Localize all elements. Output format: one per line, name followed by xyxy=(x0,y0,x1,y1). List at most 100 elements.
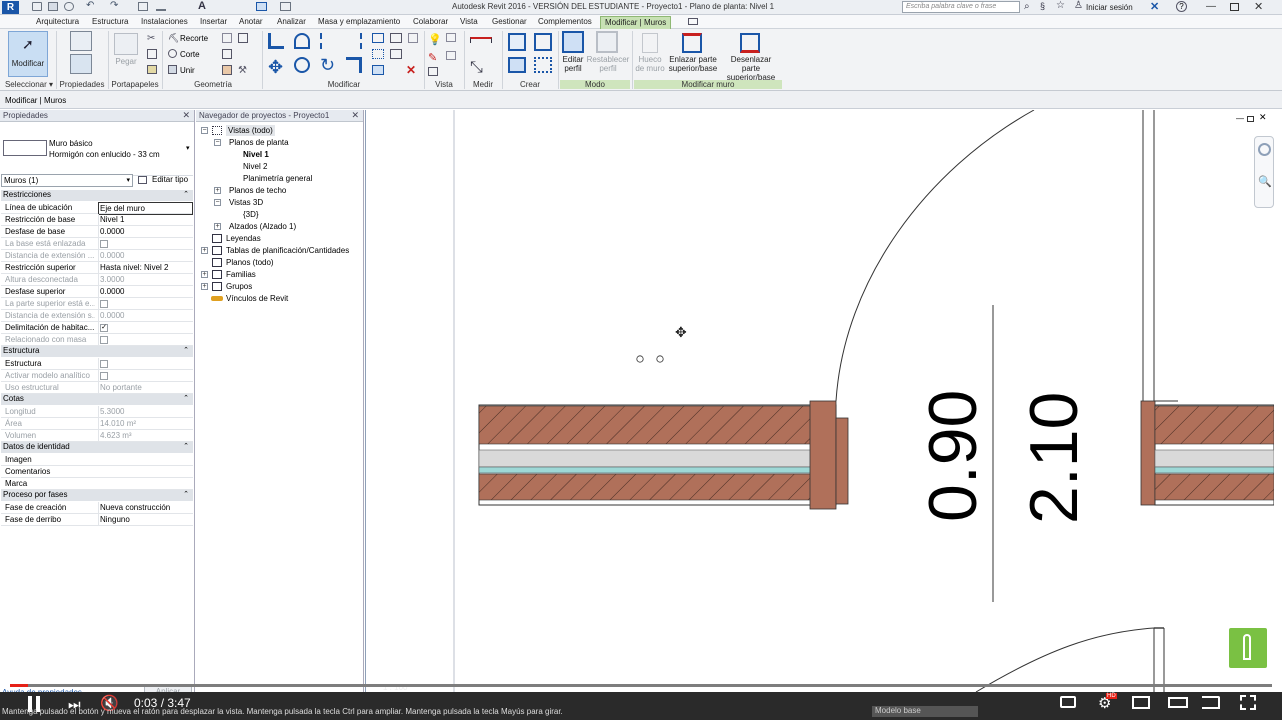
tree-groups[interactable]: Grupos xyxy=(226,281,252,292)
sync-icon[interactable] xyxy=(64,2,74,11)
cut-geometry-button[interactable]: Corte xyxy=(180,50,200,59)
copy-element-icon[interactable] xyxy=(294,57,310,73)
cope-icon[interactable]: ⛏ xyxy=(168,33,179,44)
tab-arquitectura[interactable]: Arquitectura xyxy=(36,16,79,29)
tab-colaborar[interactable]: Colaborar xyxy=(413,16,448,29)
move-icon[interactable]: ✥ xyxy=(268,57,283,78)
create-assembly-icon[interactable] xyxy=(508,33,526,51)
maximize-icon[interactable] xyxy=(1230,3,1239,11)
section-dimensions[interactable]: Cotas ⌃ xyxy=(1,394,193,405)
tree-views-all[interactable]: Vistas (todo) xyxy=(226,125,275,136)
tab-gestionar[interactable]: Gestionar xyxy=(492,16,527,29)
hide-in-view-icon[interactable]: 💡 xyxy=(428,33,442,46)
property-row[interactable]: Imagen xyxy=(1,454,193,466)
type-properties-button[interactable] xyxy=(70,31,92,51)
edit-profile-label[interactable]: Editar perfil xyxy=(560,55,586,73)
tree-revit-links[interactable]: Vínculos de Revit xyxy=(226,293,288,304)
align-icon[interactable] xyxy=(268,33,284,49)
section-structure[interactable]: Estructura ⌃ xyxy=(1,346,193,357)
property-row[interactable]: Desfase superior 0.0000 xyxy=(1,286,193,298)
edit-type-button[interactable]: Editar tipo xyxy=(138,174,192,187)
property-row[interactable]: Comentarios xyxy=(1,466,193,478)
chevron-down-icon[interactable]: ▾ xyxy=(186,144,190,152)
delete-icon[interactable]: ✕ xyxy=(406,63,416,77)
property-value[interactable]: 0.0000 xyxy=(98,226,193,237)
tree-ceiling-plans[interactable]: Planos de techo xyxy=(229,185,286,196)
property-value[interactable]: Ninguno xyxy=(98,514,193,525)
collapse-icon[interactable]: ⌃ xyxy=(183,442,189,452)
measure-icon[interactable] xyxy=(156,2,166,11)
revit-logo-icon[interactable]: R xyxy=(2,1,19,14)
floor-plan-view[interactable]: 0.90 2.10 ✥ xyxy=(366,110,1274,692)
close-icon[interactable]: ✕ xyxy=(1254,0,1263,13)
split-face-icon[interactable] xyxy=(238,33,248,43)
close-icon[interactable]: ✕ xyxy=(351,110,359,121)
lock-icon[interactable] xyxy=(408,33,418,43)
help-icon[interactable]: ? xyxy=(1176,1,1187,12)
edit-profile-button[interactable] xyxy=(562,31,584,53)
cut-icon[interactable]: ✂ xyxy=(147,33,155,44)
tab-instalaciones[interactable]: Instalaciones xyxy=(141,16,188,29)
collapse-icon[interactable]: ⌃ xyxy=(183,346,189,356)
panel-toggle-icon[interactable] xyxy=(688,18,698,25)
signin-link[interactable]: Iniciar sesión xyxy=(1086,3,1133,12)
section-constraints[interactable]: Restricciones ⌃ xyxy=(1,190,193,201)
filter-view-icon[interactable] xyxy=(446,51,456,60)
checkbox-checked[interactable]: ✓ xyxy=(100,324,108,333)
rotate-icon[interactable]: ↻ xyxy=(320,55,335,76)
minimize-icon[interactable]: — xyxy=(1206,1,1216,12)
property-value[interactable]: 0.0000 xyxy=(98,286,193,297)
section-identity[interactable]: Datos de identidad ⌃ xyxy=(1,442,193,453)
copy-icon[interactable] xyxy=(147,49,157,59)
join-button[interactable]: Unir xyxy=(180,66,195,75)
properties-button[interactable] xyxy=(70,54,92,74)
property-row[interactable]: Restricción superior Hasta nivel: Nivel 2 xyxy=(1,262,193,274)
expand-toggle[interactable]: + xyxy=(201,271,208,278)
tree-sheets[interactable]: Planos (todo) xyxy=(226,257,274,268)
split-icon[interactable] xyxy=(372,33,384,43)
collapse-toggle[interactable]: − xyxy=(214,139,221,146)
cope-button[interactable]: Recorte xyxy=(180,34,208,43)
close-icon[interactable]: ✕ xyxy=(182,110,190,121)
expand-toggle[interactable]: + xyxy=(214,187,221,194)
text-icon[interactable]: A xyxy=(198,0,206,12)
tree-site[interactable]: Planimetría general xyxy=(243,173,312,184)
property-row[interactable]: Estructura xyxy=(1,358,193,370)
wall-end-grip[interactable] xyxy=(636,355,644,363)
offset-icon[interactable] xyxy=(294,33,310,49)
detach-label[interactable]: Desenlazar parte superior/base xyxy=(722,55,780,82)
tab-estructura[interactable]: Estructura xyxy=(92,16,128,29)
wall-joins-icon[interactable] xyxy=(222,49,232,59)
miniplayer-icon[interactable] xyxy=(1132,696,1150,709)
binoculars-icon[interactable]: ⌕ xyxy=(1024,1,1030,12)
paint-icon[interactable] xyxy=(222,33,232,43)
property-value[interactable]: Hasta nivel: Nivel 2 xyxy=(98,262,193,273)
save-icon[interactable] xyxy=(48,2,58,11)
collapse-icon[interactable]: ⌃ xyxy=(183,394,189,404)
thin-lines-icon[interactable] xyxy=(256,2,267,11)
property-row[interactable]: Fase de creación Nueva construcción xyxy=(1,502,193,514)
tree-level1[interactable]: Nivel 1 xyxy=(243,149,269,160)
tree-floor-plans[interactable]: Planos de planta xyxy=(229,137,289,148)
instance-filter-select[interactable]: Muros (1) ▾ xyxy=(1,174,133,187)
tab-vista[interactable]: Vista xyxy=(460,16,478,29)
array-icon[interactable] xyxy=(372,49,384,59)
create-parts-icon[interactable] xyxy=(534,33,552,51)
property-value[interactable]: Nueva construcción xyxy=(98,502,193,513)
mirror-draw-icon[interactable] xyxy=(346,33,362,49)
steering-wheel-icon[interactable] xyxy=(1258,143,1271,156)
scale-icon[interactable] xyxy=(372,65,384,75)
video-progress-track[interactable] xyxy=(10,684,1272,687)
model-selector[interactable]: Modelo base xyxy=(872,706,978,717)
measure-distance-icon[interactable] xyxy=(470,37,492,43)
undo-icon[interactable]: ↶ xyxy=(86,0,94,11)
collapse-toggle[interactable]: − xyxy=(214,199,221,206)
cast-icon[interactable] xyxy=(1202,696,1220,709)
view-minimize-icon[interactable]: — xyxy=(1236,114,1244,123)
property-row[interactable]: Delimitación de habitac... ✓ xyxy=(1,322,193,334)
wall-right[interactable] xyxy=(1154,404,1274,506)
override-graphics-icon[interactable]: ✎ xyxy=(428,51,437,64)
modify-button[interactable]: ➚ Modificar xyxy=(8,31,48,77)
cut-geometry-icon[interactable] xyxy=(168,49,177,58)
selected-wall[interactable] xyxy=(478,404,837,506)
